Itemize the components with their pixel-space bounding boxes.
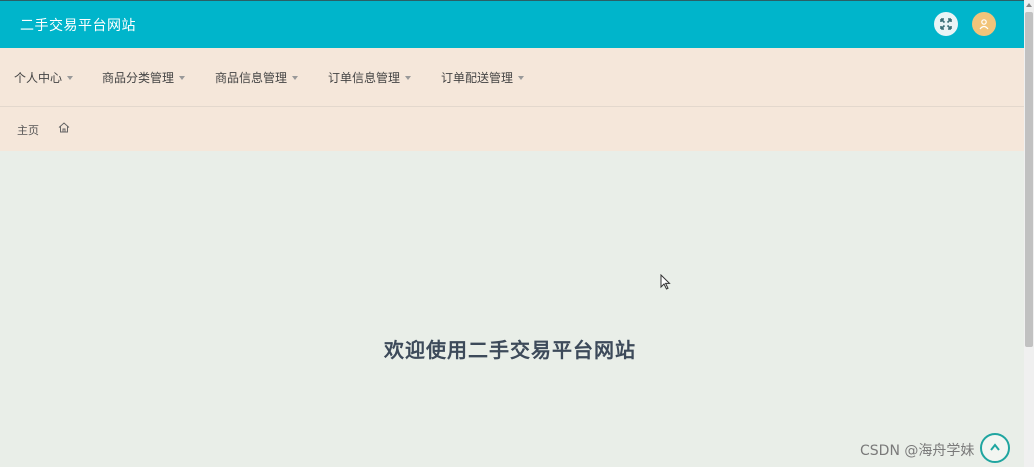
caret-down-icon (518, 75, 525, 80)
welcome-message: 欢迎使用二手交易平台网站 (384, 338, 636, 362)
nav-item-label: 商品信息管理 (215, 71, 288, 85)
mouse-cursor-icon (660, 274, 671, 290)
fullscreen-button[interactable] (934, 12, 958, 36)
back-to-top-button[interactable] (980, 433, 1010, 463)
arrow-up-icon (990, 443, 1000, 451)
watermark: CSDN @海舟学妹 (860, 443, 975, 459)
nav-item-label: 个人中心 (14, 71, 63, 85)
top-header: 二手交易平台网站 (0, 0, 1024, 48)
avatar[interactable] (972, 12, 996, 36)
home-icon[interactable] (58, 122, 70, 133)
caret-down-icon (292, 75, 299, 80)
nav-item-label: 商品分类管理 (102, 71, 175, 85)
scroll-up-arrow-icon[interactable] (1026, 3, 1032, 7)
caret-down-icon (179, 75, 186, 80)
site-title: 二手交易平台网站 (20, 18, 136, 34)
nav-item-product-management[interactable]: 商品信息管理 (215, 69, 299, 86)
nav-item-label: 订单配送管理 (441, 71, 514, 85)
nav-item-order-management[interactable]: 订单信息管理 (328, 69, 412, 86)
caret-down-icon (67, 75, 74, 80)
nav-item-category-management[interactable]: 商品分类管理 (102, 69, 186, 86)
breadcrumb-home-link[interactable]: 主页 (17, 122, 39, 138)
main-nav: 个人中心 商品分类管理 商品信息管理 订单信息管理 订单配送管理 (0, 48, 1024, 107)
nav-item-personal-center[interactable]: 个人中心 (14, 69, 74, 86)
expand-arrows-icon (940, 18, 952, 30)
nav-item-label: 订单信息管理 (328, 71, 401, 85)
scrollbar-thumb[interactable] (1025, 12, 1033, 347)
caret-down-icon (405, 75, 412, 80)
user-icon (979, 19, 989, 30)
breadcrumb: 主页 (0, 107, 1024, 151)
nav-item-delivery-management[interactable]: 订单配送管理 (441, 69, 525, 86)
